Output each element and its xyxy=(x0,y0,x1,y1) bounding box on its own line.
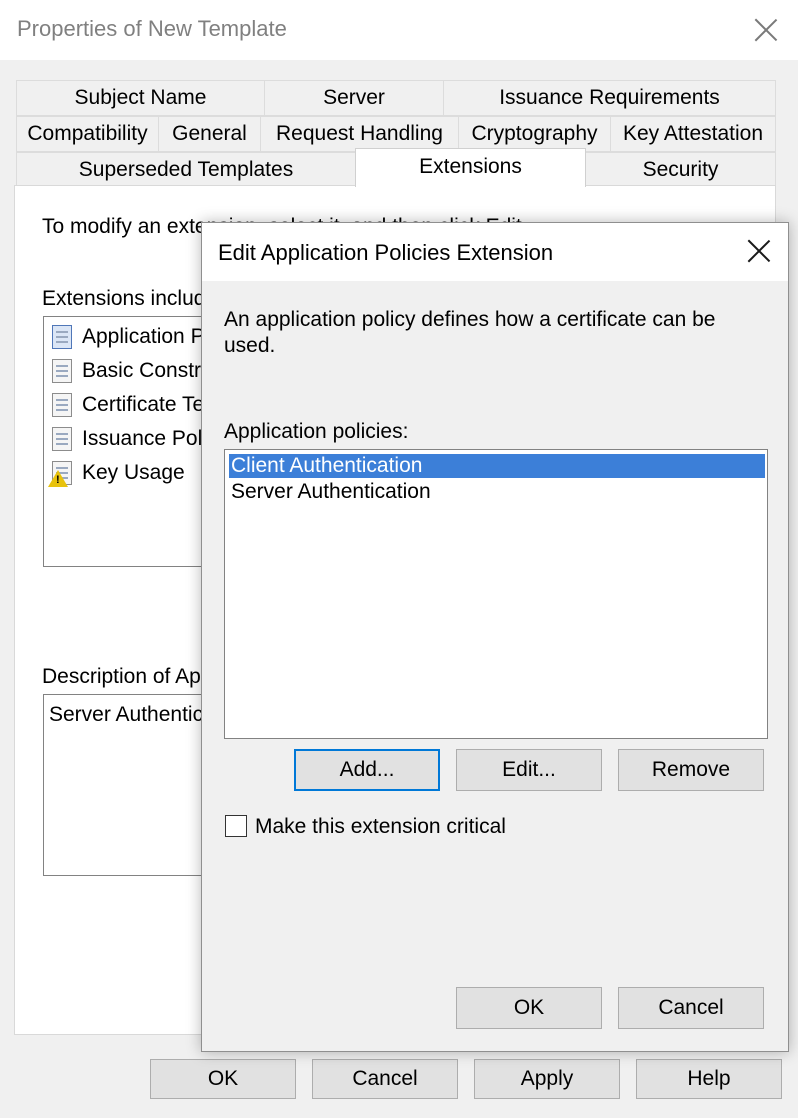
policies-label: Application policies: xyxy=(224,420,409,443)
help-button[interactable]: Help xyxy=(636,1059,782,1099)
policy-item-server-authentication[interactable]: Server Authentication xyxy=(229,480,765,504)
extension-icon xyxy=(48,357,76,385)
policy-item-client-authentication[interactable]: Client Authentication xyxy=(229,454,765,478)
policies-list[interactable]: Client Authentication Server Authenticat… xyxy=(224,449,768,739)
ok-button[interactable]: OK xyxy=(150,1059,296,1099)
tab-server[interactable]: Server xyxy=(264,80,444,116)
edit-button[interactable]: Edit... xyxy=(456,749,602,791)
dialog-cancel-button[interactable]: Cancel xyxy=(618,987,764,1029)
dialog-ok-button[interactable]: OK xyxy=(456,987,602,1029)
add-button[interactable]: Add... xyxy=(294,749,440,791)
close-icon[interactable] xyxy=(754,18,778,42)
dialog-titlebar: Edit Application Policies Extension xyxy=(202,223,788,281)
warning-extension-icon: ! xyxy=(48,459,76,487)
dialog-description: An application policy defines how a cert… xyxy=(224,308,716,357)
list-item[interactable]: ! Key Usage xyxy=(48,457,185,489)
dialog-title: Edit Application Policies Extension xyxy=(218,240,554,265)
cancel-button[interactable]: Cancel xyxy=(312,1059,458,1099)
tab-extensions[interactable]: Extensions xyxy=(355,148,586,187)
tab-compatibility[interactable]: Compatibility xyxy=(16,116,159,152)
critical-label: Make this extension critical xyxy=(255,815,506,838)
tab-key-attestation[interactable]: Key Attestation xyxy=(610,116,776,152)
apply-button[interactable]: Apply xyxy=(474,1059,620,1099)
tab-request-handling[interactable]: Request Handling xyxy=(260,116,459,152)
tab-issuance-requirements[interactable]: Issuance Requirements xyxy=(443,80,776,116)
edit-application-policies-dialog: Edit Application Policies Extension An a… xyxy=(201,222,789,1052)
extension-icon xyxy=(48,323,76,351)
tab-subject-name[interactable]: Subject Name xyxy=(16,80,265,116)
extension-label: Key Usage xyxy=(82,461,185,484)
tab-security[interactable]: Security xyxy=(585,152,776,188)
critical-checkbox[interactable] xyxy=(225,815,247,837)
window-titlebar: Properties of New Template xyxy=(0,0,798,60)
tab-general[interactable]: General xyxy=(158,116,261,152)
tab-superseded-templates[interactable]: Superseded Templates xyxy=(16,152,356,188)
tab-cryptography[interactable]: Cryptography xyxy=(458,116,611,152)
remove-button[interactable]: Remove xyxy=(618,749,764,791)
window-title: Properties of New Template xyxy=(17,16,287,41)
extension-icon xyxy=(48,425,76,453)
extension-icon xyxy=(48,391,76,419)
dialog-close-icon[interactable] xyxy=(747,239,771,263)
